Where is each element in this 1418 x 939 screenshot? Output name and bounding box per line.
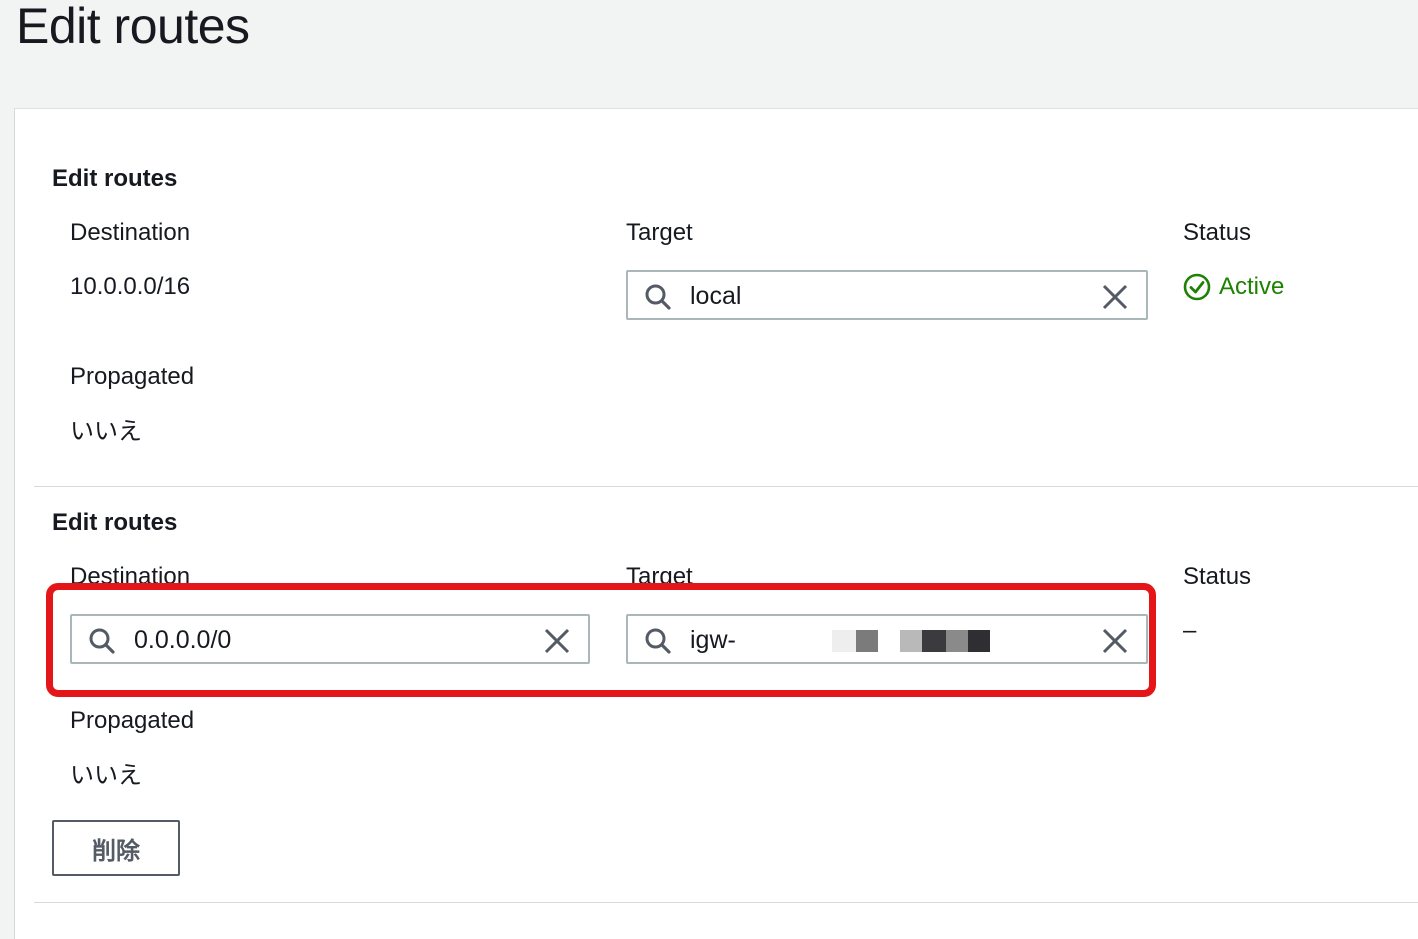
route-2-propagated-label: Propagated <box>70 707 195 734</box>
route-1-section-title: Edit routes <box>52 165 178 192</box>
route-2-section-title: Edit routes <box>52 509 178 536</box>
page-title: Edit routes <box>16 0 250 54</box>
route-1-destination-value: 10.0.0.0/16 <box>70 273 191 300</box>
route-divider <box>34 486 1418 487</box>
delete-button[interactable]: 削除 <box>52 820 180 876</box>
route-1-status-badge: Active <box>1183 272 1284 302</box>
route-1-propagated-label: Propagated <box>70 363 195 390</box>
route-1-target-value: local <box>690 282 742 310</box>
close-icon[interactable] <box>1102 284 1128 310</box>
route-2-status-value: – <box>1183 617 1197 644</box>
route-1-propagated-value: いいえ <box>70 417 142 445</box>
search-icon <box>645 284 671 310</box>
check-circle-icon <box>1183 273 1211 301</box>
route-1-target-label: Target <box>626 219 693 246</box>
route-1-status-value: Active <box>1219 273 1285 300</box>
route-2-propagated-value: いいえ <box>70 761 142 789</box>
route-1-target-input[interactable]: local <box>626 270 1148 320</box>
route-divider <box>34 902 1418 903</box>
highlight-annotation <box>46 583 1156 697</box>
route-1-status-label: Status <box>1183 219 1252 246</box>
route-2-status-label: Status <box>1183 563 1252 590</box>
route-1-destination-label: Destination <box>70 219 191 246</box>
